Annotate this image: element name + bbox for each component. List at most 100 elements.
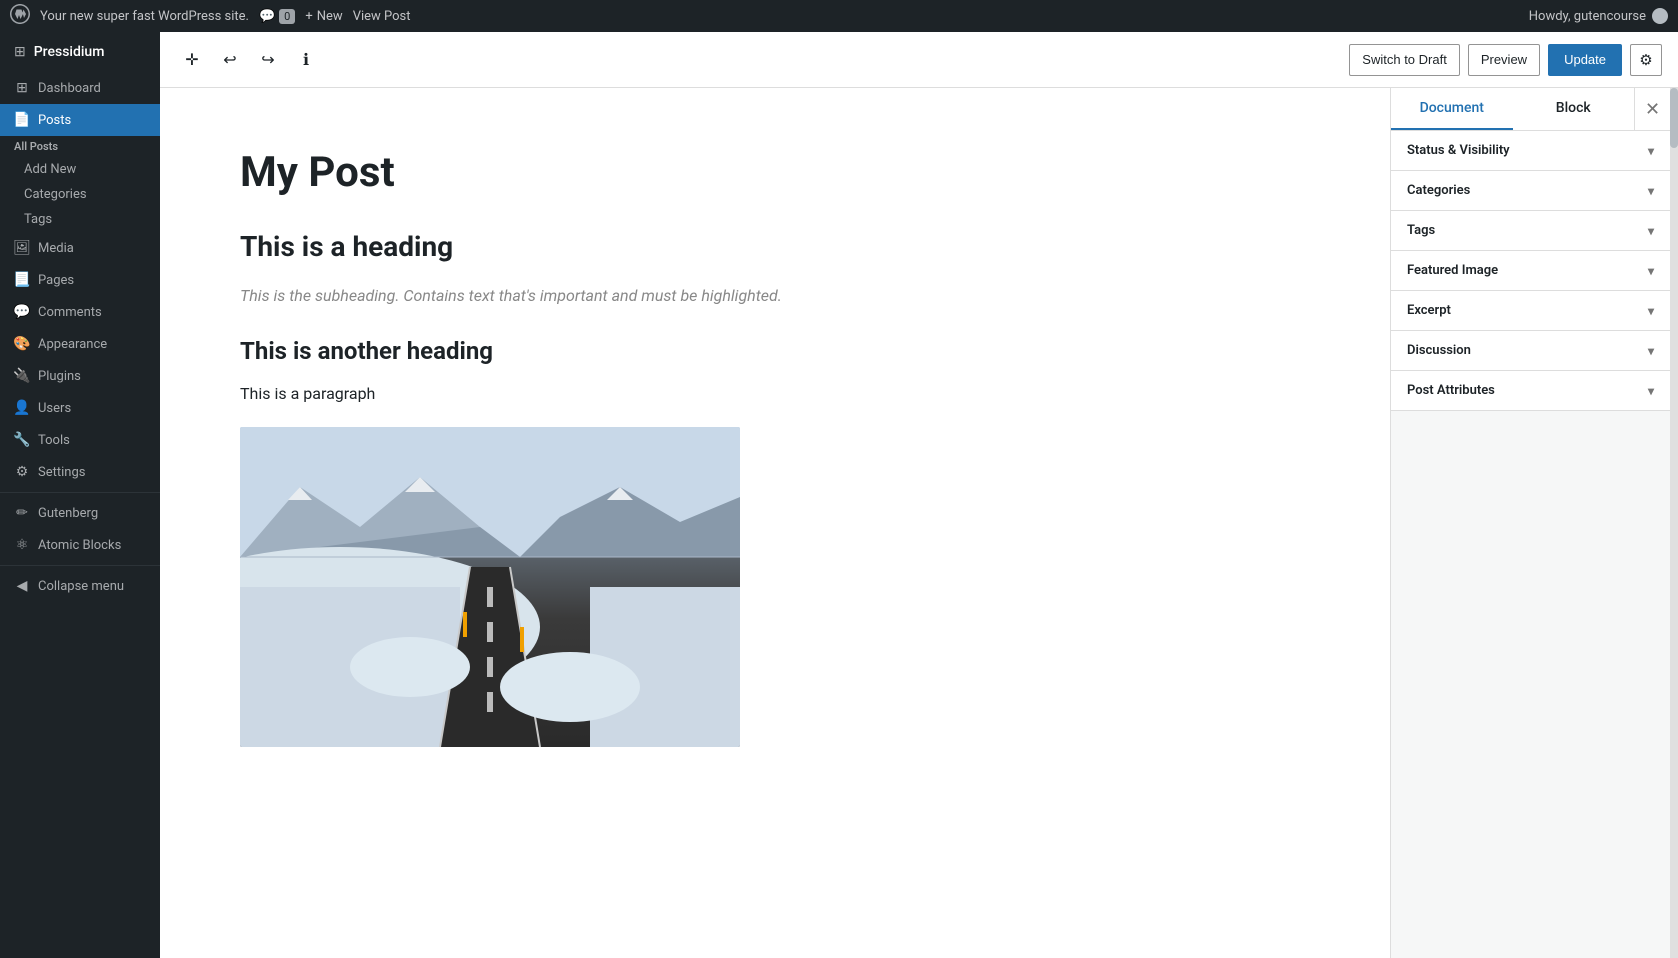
sidebar-item-gutenberg[interactable]: ✏ Gutenberg [0, 497, 160, 529]
sidebar-item-pages[interactable]: 📃 Pages [0, 264, 160, 296]
sidebar-label-gutenberg: Gutenberg [38, 506, 98, 521]
plugins-icon: 🔌 [14, 368, 30, 384]
settings-icon: ⚙ [14, 464, 30, 480]
sidebar-label-comments: Comments [38, 305, 102, 320]
sidebar-sub-categories[interactable]: Categories [0, 182, 160, 207]
section-label-featured-image: Featured Image [1407, 263, 1498, 278]
plus-icon: + [305, 9, 312, 24]
collapse-icon: ◀ [14, 578, 30, 594]
sidebar-label-appearance: Appearance [38, 337, 107, 352]
sidebar-item-users[interactable]: 👤 Users [0, 392, 160, 424]
comments-icon: 💬 [14, 304, 30, 320]
undo-icon: ↩ [223, 50, 236, 70]
avatar[interactable] [1652, 8, 1668, 24]
panel-scrollbar[interactable] [1670, 88, 1678, 958]
section-label-excerpt: Excerpt [1407, 303, 1451, 318]
settings-gear-button[interactable]: ⚙ [1630, 44, 1662, 76]
chevron-down-icon-5: ▾ [1648, 304, 1654, 318]
toolbar-left: ✛ ↩ ↪ ℹ [176, 44, 322, 76]
sidebar-item-collapse[interactable]: ◀ Collapse menu [0, 570, 160, 602]
add-block-icon: ✛ [185, 50, 198, 70]
editor-content-wrapper: My Post This is a heading This is the su… [160, 88, 1678, 958]
sidebar-item-comments[interactable]: 💬 Comments [0, 296, 160, 328]
editor-toolbar: ✛ ↩ ↪ ℹ Switch to Draft Preview Update ⚙ [160, 32, 1678, 88]
redo-button[interactable]: ↪ [252, 44, 284, 76]
admin-bar-left: Your new super fast WordPress site. 💬 0 … [10, 4, 1517, 28]
section-featured-image: Featured Image ▾ [1391, 251, 1670, 291]
section-categories: Categories ▾ [1391, 171, 1670, 211]
block-paragraph[interactable]: This is a paragraph [240, 381, 1310, 407]
comments-link[interactable]: 💬 0 [259, 9, 295, 24]
switch-to-draft-button[interactable]: Switch to Draft [1349, 44, 1460, 76]
sidebar-divider [0, 492, 160, 493]
toolbar-right: Switch to Draft Preview Update ⚙ [1349, 44, 1662, 76]
undo-button[interactable]: ↩ [214, 44, 246, 76]
pages-icon: 📃 [14, 272, 30, 288]
section-header-excerpt[interactable]: Excerpt ▾ [1391, 291, 1670, 330]
sidebar-sub-tags[interactable]: Tags [0, 207, 160, 232]
sidebar-label-posts: Posts [38, 113, 71, 128]
admin-bar: Your new super fast WordPress site. 💬 0 … [0, 0, 1678, 32]
section-post-attributes: Post Attributes ▾ [1391, 371, 1670, 411]
sidebar-item-tools[interactable]: 🔧 Tools [0, 424, 160, 456]
sidebar-label-collapse: Collapse menu [38, 579, 124, 594]
section-header-discussion[interactable]: Discussion ▾ [1391, 331, 1670, 370]
section-label-categories: Categories [1407, 183, 1470, 198]
wordpress-icon[interactable] [10, 4, 30, 28]
sidebar-item-media[interactable]: 🖼 Media [0, 232, 160, 264]
comment-count: 0 [279, 9, 295, 24]
sidebar-item-plugins[interactable]: 🔌 Plugins [0, 360, 160, 392]
sidebar-item-settings[interactable]: ⚙ Settings [0, 456, 160, 488]
chevron-down-icon-3: ▾ [1648, 224, 1654, 238]
sidebar: ⊞ Pressidium ⊞ Dashboard 📄 Posts All Pos… [0, 32, 160, 958]
view-post-link[interactable]: View Post [353, 9, 411, 24]
section-header-post-attributes[interactable]: Post Attributes ▾ [1391, 371, 1670, 410]
block-heading-2[interactable]: This is another heading [240, 337, 1310, 365]
panel-body: Status & Visibility ▾ Categories ▾ [1391, 131, 1670, 958]
dashboard-icon: ⊞ [14, 80, 30, 96]
post-title[interactable]: My Post [240, 148, 1310, 198]
new-label: New [317, 9, 343, 24]
chevron-down-icon: ▾ [1648, 144, 1654, 158]
section-header-status-visibility[interactable]: Status & Visibility ▾ [1391, 131, 1670, 170]
info-button[interactable]: ℹ [290, 44, 322, 76]
add-block-button[interactable]: ✛ [176, 44, 208, 76]
tools-icon: 🔧 [14, 432, 30, 448]
editor-area: ✛ ↩ ↪ ℹ Switch to Draft Preview Update ⚙ [160, 32, 1678, 958]
sidebar-label-dashboard: Dashboard [38, 81, 101, 96]
sidebar-sub-add-new[interactable]: Add New [0, 157, 160, 182]
all-posts-label[interactable]: All Posts [0, 136, 160, 157]
new-link[interactable]: + New [305, 9, 342, 24]
block-subheading[interactable]: This is the subheading. Contains text th… [240, 283, 1310, 309]
panel-tabs: Document Block ✕ [1391, 88, 1670, 131]
sidebar-item-dashboard[interactable]: ⊞ Dashboard [0, 72, 160, 104]
preview-button[interactable]: Preview [1468, 44, 1540, 76]
right-panel: Document Block ✕ Status & Vi [1390, 88, 1670, 958]
section-excerpt: Excerpt ▾ [1391, 291, 1670, 331]
section-header-tags[interactable]: Tags ▾ [1391, 211, 1670, 250]
sidebar-item-atomic-blocks[interactable]: ⚛ Atomic Blocks [0, 529, 160, 561]
tab-document[interactable]: Document [1391, 88, 1513, 130]
chevron-down-icon-7: ▾ [1648, 384, 1654, 398]
panel-scrollbar-thumb[interactable] [1670, 88, 1678, 148]
section-header-categories[interactable]: Categories ▾ [1391, 171, 1670, 210]
editor-content[interactable]: My Post This is a heading This is the su… [160, 88, 1390, 958]
section-label-post-attributes: Post Attributes [1407, 383, 1495, 398]
update-button[interactable]: Update [1548, 44, 1622, 76]
brand-name: Pressidium [34, 44, 105, 60]
tab-block[interactable]: Block [1513, 88, 1635, 130]
section-discussion: Discussion ▾ [1391, 331, 1670, 371]
comment-icon: 💬 [259, 9, 275, 24]
sidebar-item-appearance[interactable]: 🎨 Appearance [0, 328, 160, 360]
panel-close-button[interactable]: ✕ [1634, 88, 1670, 130]
chevron-down-icon-4: ▾ [1648, 264, 1654, 278]
users-icon: 👤 [14, 400, 30, 416]
sidebar-label-users: Users [38, 401, 71, 416]
sidebar-brand[interactable]: ⊞ Pressidium [0, 32, 160, 72]
block-heading-1[interactable]: This is a heading [240, 230, 1310, 263]
section-label-discussion: Discussion [1407, 343, 1471, 358]
block-image[interactable] [240, 427, 740, 747]
section-header-featured-image[interactable]: Featured Image ▾ [1391, 251, 1670, 290]
site-name[interactable]: Your new super fast WordPress site. [40, 9, 249, 24]
sidebar-item-posts[interactable]: 📄 Posts [0, 104, 160, 136]
